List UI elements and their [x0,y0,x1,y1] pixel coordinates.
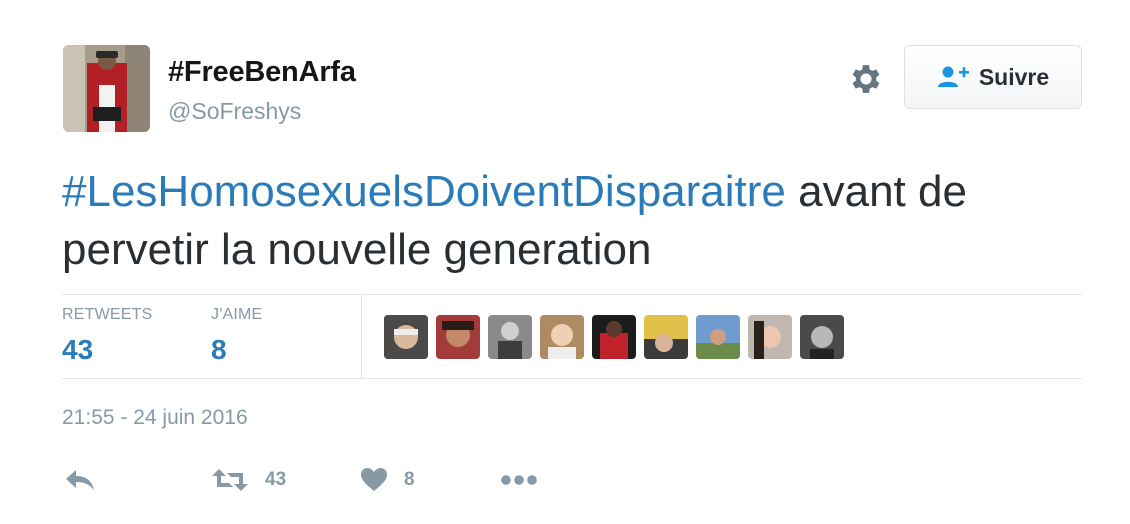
likes-count: 8 [211,334,227,365]
user-avatar[interactable] [63,45,150,132]
more-button[interactable] [500,462,538,498]
retweet-button[interactable]: 43 [211,462,286,498]
screen-name[interactable]: @SoFreshys [168,98,301,125]
tweet-text: #LesHomosexuelsDoiventDisparaitre avant … [62,163,1062,279]
reply-button[interactable] [64,462,96,498]
gear-icon[interactable] [847,60,885,98]
liker-avatar-7[interactable] [696,315,740,359]
retweet-count: 43 [265,469,287,490]
retweet-icon [212,469,248,491]
more-dots-icon [501,475,537,485]
tweet-text-line2: pervetir la nouvelle generation [62,225,652,274]
retweets-label: RETWEETS [62,306,153,323]
heart-icon [361,468,387,491]
retweets-count: 43 [62,334,94,365]
liker-avatar-9[interactable] [800,315,844,359]
display-name[interactable]: #FreeBenArfa [168,56,356,89]
liker-avatar-6[interactable] [644,315,688,359]
liker-avatar-4[interactable] [540,315,584,359]
likes-label: J'AIME [211,306,263,323]
divider [62,378,1082,379]
divider [62,294,1082,295]
follow-button[interactable]: Suivre [904,45,1082,109]
tweet-text-line1: avant de [785,167,967,216]
follow-button-label: Suivre [978,63,1050,90]
divider [361,295,362,378]
tweet-hashtag-link[interactable]: #LesHomosexuelsDoiventDisparaitre [62,167,786,216]
tweet-timestamp[interactable]: 21:55 - 24 juin 2016 [62,406,248,430]
liker-avatar-1[interactable] [384,315,428,359]
likes-stat[interactable]: J'AIME 8 [211,306,262,366]
liker-avatar-8[interactable] [748,315,792,359]
liker-avatar-2[interactable] [436,315,480,359]
retweets-stat[interactable]: RETWEETS 43 [62,306,153,366]
add-user-icon [937,66,969,87]
user-avatar-photo [63,45,150,132]
like-count: 8 [404,469,415,490]
like-button[interactable]: 8 [360,462,415,498]
liker-avatar-5[interactable] [592,315,636,359]
reply-icon [66,470,94,490]
liker-avatar-3[interactable] [488,315,532,359]
